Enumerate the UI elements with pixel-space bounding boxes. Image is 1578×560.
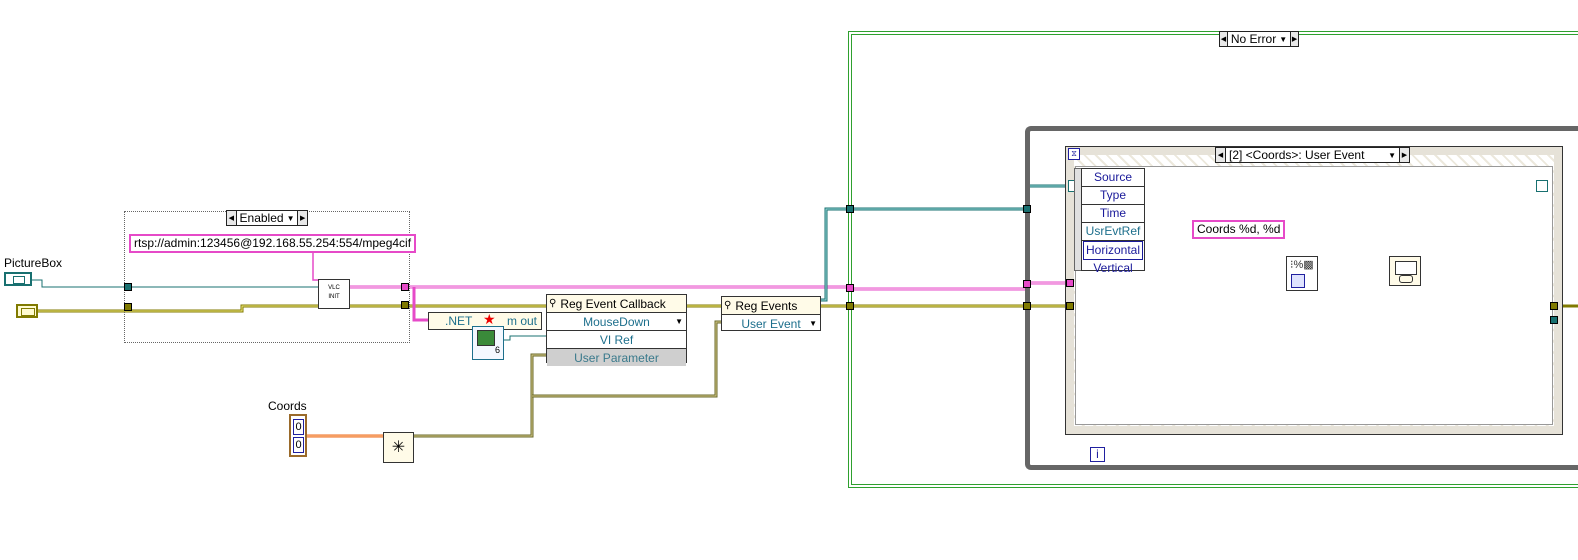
property-icon: ⚲ (724, 300, 732, 311)
tunnel-icon (1023, 205, 1031, 213)
window-icon (13, 276, 25, 284)
tunnel-icon (846, 284, 854, 292)
create-user-event-node[interactable]: ✳ (383, 432, 414, 463)
tunnel-icon (1550, 316, 1558, 324)
iteration-terminal: i (1090, 447, 1105, 462)
rtsp-url-constant[interactable]: rtsp://admin:123456@192.168.55.254:554/m… (129, 234, 417, 253)
chevron-down-icon[interactable]: ▼ (1279, 35, 1290, 44)
case-structure-selector-label: No Error (1230, 32, 1277, 46)
reg-events-node[interactable]: ⚲ Reg Events User Event ▼ (721, 296, 821, 331)
event-structure-selector[interactable]: ◀ [2] <Coords>: User Event ▼ ▶ (1215, 147, 1410, 163)
vi-server-badge: 6 (495, 345, 501, 355)
event-structure-selector-label: [2] <Coords>: User Event (1229, 148, 1365, 162)
tunnel-icon (401, 283, 409, 291)
format-into-string-icon: ⁝%▩ (1290, 259, 1314, 271)
next-case-arrow[interactable]: ▶ (1399, 148, 1409, 162)
reg-event-callback-title-bar: ⚲ Reg Event Callback (547, 295, 686, 313)
dotnet-node-text-right: m out (507, 314, 538, 328)
reg-event-callback-row-label: MouseDown (583, 314, 650, 329)
reg-events-title: Reg Events (735, 298, 798, 313)
reg-event-callback-row-mousedown[interactable]: MouseDown ▼ (547, 313, 686, 331)
tunnel-icon (401, 301, 409, 309)
picturebox-label: PictureBox (4, 256, 63, 270)
vi-server-icon (477, 330, 495, 346)
event-data-source[interactable]: Source (1082, 169, 1144, 187)
disable-structure-selector[interactable]: ◀ Enabled ▼ ▶ (226, 210, 308, 226)
event-structure-inner (1075, 166, 1553, 425)
create-event-wire (414, 353, 548, 438)
format-input-icon (1291, 274, 1305, 288)
reg-event-callback-row-vi-ref[interactable]: VI Ref (547, 331, 686, 349)
chevron-down-icon[interactable]: ▼ (1388, 151, 1399, 160)
event-data-horizontal[interactable]: Horizontal (1083, 241, 1143, 260)
tunnel-icon (1023, 302, 1031, 310)
error-cluster-icon (21, 308, 35, 316)
vlc-subvi-line2: INIT (328, 294, 340, 300)
vlc-subvi-line1: VLC (328, 285, 340, 291)
dynamic-event-terminal-right[interactable] (1536, 180, 1548, 192)
event-data-time[interactable]: Time (1082, 205, 1144, 223)
tunnel-icon (846, 302, 854, 310)
reg-event-callback-row-label: User Parameter (574, 350, 659, 365)
tunnel-icon (124, 303, 132, 311)
dotnet-node-text-left: .NET (445, 314, 473, 328)
vi-server-reference[interactable]: ★ 6 (472, 311, 504, 360)
property-icon: ⚲ (549, 298, 557, 309)
tunnel-icon (846, 205, 854, 213)
reg-event-callback-title: Reg Event Callback (560, 296, 666, 311)
coords-value-0[interactable]: 0 (293, 419, 304, 435)
reg-event-callback-row-user-parameter[interactable]: User Parameter (547, 349, 686, 366)
create-event-wire-hl (414, 354, 548, 437)
reg-event-callback-row-label: VI Ref (599, 332, 634, 347)
chevron-down-icon[interactable]: ▼ (287, 214, 298, 223)
tunnel-icon (124, 283, 132, 291)
reg-events-title-bar: ⚲ Reg Events (722, 297, 820, 315)
prev-case-arrow[interactable]: ◀ (1216, 148, 1226, 162)
prev-case-arrow[interactable]: ◀ (1220, 32, 1228, 46)
event-data-node[interactable]: Source Type Time UsrEvtRef Horizontal Ve… (1081, 168, 1145, 275)
display-indicator[interactable] (1389, 256, 1421, 286)
picturebox-terminal[interactable] (4, 272, 32, 286)
create-user-event-icon: ✳ (391, 439, 406, 456)
tunnel-icon (1023, 280, 1031, 288)
format-into-string-node[interactable]: ⁝%▩ (1286, 256, 1318, 291)
display-icon (1395, 261, 1417, 275)
coords-label: Coords (268, 399, 307, 413)
vi-ref-wire (500, 335, 548, 341)
coords-cluster-control[interactable]: 0 0 (289, 414, 307, 457)
next-case-arrow[interactable]: ▶ (297, 211, 307, 225)
chevron-down-icon[interactable]: ▼ (809, 319, 817, 328)
tunnel-icon (1066, 302, 1074, 310)
disable-structure[interactable] (124, 211, 410, 343)
chevron-down-icon[interactable]: ▼ (675, 317, 683, 326)
disable-structure-selector-label: Enabled (239, 211, 284, 225)
event-data-type[interactable]: Type (1082, 187, 1144, 205)
error-cluster-constant[interactable] (16, 304, 38, 318)
timeout-icon[interactable]: ⧖ (1068, 148, 1080, 160)
tunnel-icon (1066, 279, 1074, 287)
next-case-arrow[interactable]: ▶ (1290, 32, 1298, 46)
vlc-subvi[interactable]: VLC INIT (318, 279, 350, 309)
event-data-usrevtref[interactable]: UsrEvtRef (1082, 223, 1144, 241)
star-icon: ★ (483, 311, 496, 327)
case-structure-selector[interactable]: ◀ No Error ▼ ▶ (1219, 31, 1299, 47)
reg-events-row-label: User Event (741, 316, 801, 331)
format-string-constant[interactable]: Coords %d, %d (1192, 220, 1286, 239)
prev-case-arrow[interactable]: ◀ (227, 211, 237, 225)
tunnel-icon (1550, 302, 1558, 310)
reg-events-row-user-event[interactable]: User Event ▼ (722, 315, 820, 332)
event-data-vertical[interactable]: Vertical (1082, 260, 1144, 277)
coords-value-1[interactable]: 0 (293, 437, 304, 453)
display-icon-base (1399, 275, 1413, 283)
reg-event-callback-node[interactable]: ⚲ Reg Event Callback MouseDown ▼ VI Ref … (546, 294, 687, 366)
